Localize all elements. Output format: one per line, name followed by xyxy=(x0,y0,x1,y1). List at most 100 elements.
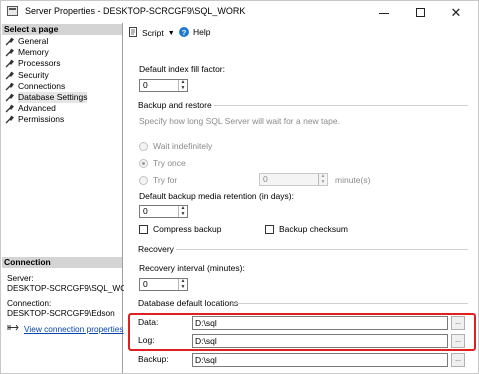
log-path-input[interactable]: D:\sql xyxy=(192,334,448,348)
fill-factor-value[interactable]: 0 xyxy=(140,80,178,91)
spinner-arrows[interactable]: ▲ ▼ xyxy=(178,278,187,291)
wrench-icon xyxy=(5,48,14,57)
arrow-down-icon[interactable]: ▼ xyxy=(179,284,187,291)
section-divider xyxy=(176,249,468,250)
data-browse-button[interactable]: ... xyxy=(451,316,465,330)
help-label: Help xyxy=(193,27,211,37)
view-connection-properties-link[interactable]: View connection properties xyxy=(24,324,123,334)
backup-path-input[interactable]: D:\sql xyxy=(192,353,448,367)
database-settings-panel: Default index fill factor: 0 ▲ ▼ Backup a… xyxy=(124,43,478,373)
page-item-permissions[interactable]: Permissions xyxy=(5,114,87,125)
wrench-icon xyxy=(5,115,14,124)
arrow-down-icon[interactable]: ▼ xyxy=(179,211,187,218)
page-item-memory[interactable]: Memory xyxy=(5,47,87,58)
maximize-icon xyxy=(415,7,425,17)
page-label: Memory xyxy=(18,47,49,58)
minimize-icon xyxy=(379,12,389,14)
backup-restore-description: Specify how long SQL Server will wait fo… xyxy=(139,116,340,126)
connection-properties-icon xyxy=(7,323,19,334)
try-for-radio[interactable]: Try for xyxy=(139,175,177,185)
page-list: General Memory Processors Security Conne… xyxy=(5,36,88,126)
log-browse-button[interactable]: ... xyxy=(451,334,465,348)
toolbar: Script ▼ ? Help xyxy=(124,23,478,43)
page-label: Advanced xyxy=(18,103,56,114)
checkbox-icon xyxy=(265,224,274,234)
fill-factor-label: Default index fill factor: xyxy=(139,64,225,74)
wrench-icon xyxy=(5,71,14,80)
page-item-database-settings[interactable]: Database Settings xyxy=(5,91,88,104)
spinner-arrows[interactable]: ▲ ▼ xyxy=(178,205,187,218)
script-icon xyxy=(128,27,138,39)
page-label: Permissions xyxy=(18,114,65,125)
minutes-label: minute(s) xyxy=(335,175,371,185)
data-label: Data: xyxy=(138,317,159,327)
page-item-advanced[interactable]: Advanced xyxy=(5,103,87,114)
try-once-radio[interactable]: Try once xyxy=(139,158,186,168)
radio-checked-icon xyxy=(139,158,148,168)
close-button[interactable]: ✕ xyxy=(438,1,474,23)
wrench-icon xyxy=(5,93,14,102)
title-bar: Server Properties - DESKTOP-SCRCGF9\SQL_… xyxy=(1,1,478,23)
arrow-down-icon[interactable]: ▼ xyxy=(179,85,187,92)
wrench-icon xyxy=(5,59,14,68)
connection-value: DESKTOP-SCRCGF9\Edson xyxy=(7,308,115,318)
page-label: Security xyxy=(18,69,49,80)
page-label: Database Settings xyxy=(18,91,88,104)
wait-indefinitely-label: Wait indefinitely xyxy=(153,141,213,151)
page-label: Processors xyxy=(18,58,61,69)
checkbox-icon xyxy=(139,224,148,234)
section-divider xyxy=(231,303,468,304)
select-page-header: Select a page xyxy=(2,24,122,35)
backup-label: Backup: xyxy=(138,354,169,364)
compress-backup-checkbox[interactable]: Compress backup xyxy=(139,224,222,234)
try-for-label: Try for xyxy=(153,175,178,185)
page-item-general[interactable]: General xyxy=(5,36,87,47)
try-for-minutes-spinner[interactable]: 0 ▲ ▼ xyxy=(259,173,328,186)
app-icon xyxy=(7,6,18,16)
help-button[interactable]: ? Help xyxy=(179,27,210,37)
radio-icon xyxy=(139,141,148,151)
fill-factor-spinner[interactable]: 0 ▲ ▼ xyxy=(139,79,188,92)
page-label: General xyxy=(18,36,49,46)
log-label: Log: xyxy=(138,335,155,345)
wrench-icon xyxy=(5,82,14,91)
help-icon: ? xyxy=(179,27,189,37)
close-icon: ✕ xyxy=(450,4,462,20)
data-path-input[interactable]: D:\sql xyxy=(192,316,448,330)
arrow-down-icon[interactable]: ▼ xyxy=(319,179,327,186)
page-item-processors[interactable]: Processors xyxy=(5,58,87,69)
server-value: DESKTOP-SCRCGF9\SQL_WOR xyxy=(7,283,133,293)
recovery-interval-value[interactable]: 0 xyxy=(140,279,178,290)
backup-browse-button[interactable]: ... xyxy=(451,353,465,367)
minimize-button[interactable] xyxy=(366,1,402,23)
wrench-icon xyxy=(5,104,14,113)
recovery-header: Recovery xyxy=(138,244,174,254)
backup-checksum-checkbox[interactable]: Backup checksum xyxy=(265,224,348,234)
recovery-interval-label: Recovery interval (minutes): xyxy=(139,263,245,273)
db-default-locations-header: Database default locations xyxy=(138,298,239,308)
recovery-interval-spinner[interactable]: 0 ▲ ▼ xyxy=(139,278,188,291)
retention-value[interactable]: 0 xyxy=(140,206,178,217)
window-title: Server Properties - DESKTOP-SCRCGF9\SQL_… xyxy=(25,6,246,16)
page-item-security[interactable]: Security xyxy=(5,70,87,81)
retention-spinner[interactable]: 0 ▲ ▼ xyxy=(139,205,188,218)
wrench-icon xyxy=(5,37,14,46)
maximize-button[interactable] xyxy=(402,1,438,23)
server-properties-window: Server Properties - DESKTOP-SCRCGF9\SQL_… xyxy=(0,0,479,374)
script-label: Script xyxy=(142,28,164,38)
try-for-value[interactable]: 0 xyxy=(260,174,318,185)
page-label: Connections xyxy=(18,80,66,91)
compress-backup-label: Compress backup xyxy=(153,224,222,234)
spinner-arrows[interactable]: ▲ ▼ xyxy=(318,173,327,186)
backup-restore-header: Backup and restore xyxy=(138,100,212,110)
wait-indefinitely-radio[interactable]: Wait indefinitely xyxy=(139,141,212,151)
section-divider xyxy=(214,105,468,106)
chevron-down-icon[interactable]: ▼ xyxy=(168,30,175,37)
page-item-connections[interactable]: Connections xyxy=(5,81,87,92)
script-button[interactable]: Script ▼ xyxy=(128,27,175,39)
left-pane: Select a page General Memory Processors … xyxy=(1,23,133,373)
backup-checksum-label: Backup checksum xyxy=(279,224,348,234)
try-once-label: Try once xyxy=(153,158,186,168)
spinner-arrows[interactable]: ▲ ▼ xyxy=(178,79,187,92)
radio-icon xyxy=(139,175,148,185)
